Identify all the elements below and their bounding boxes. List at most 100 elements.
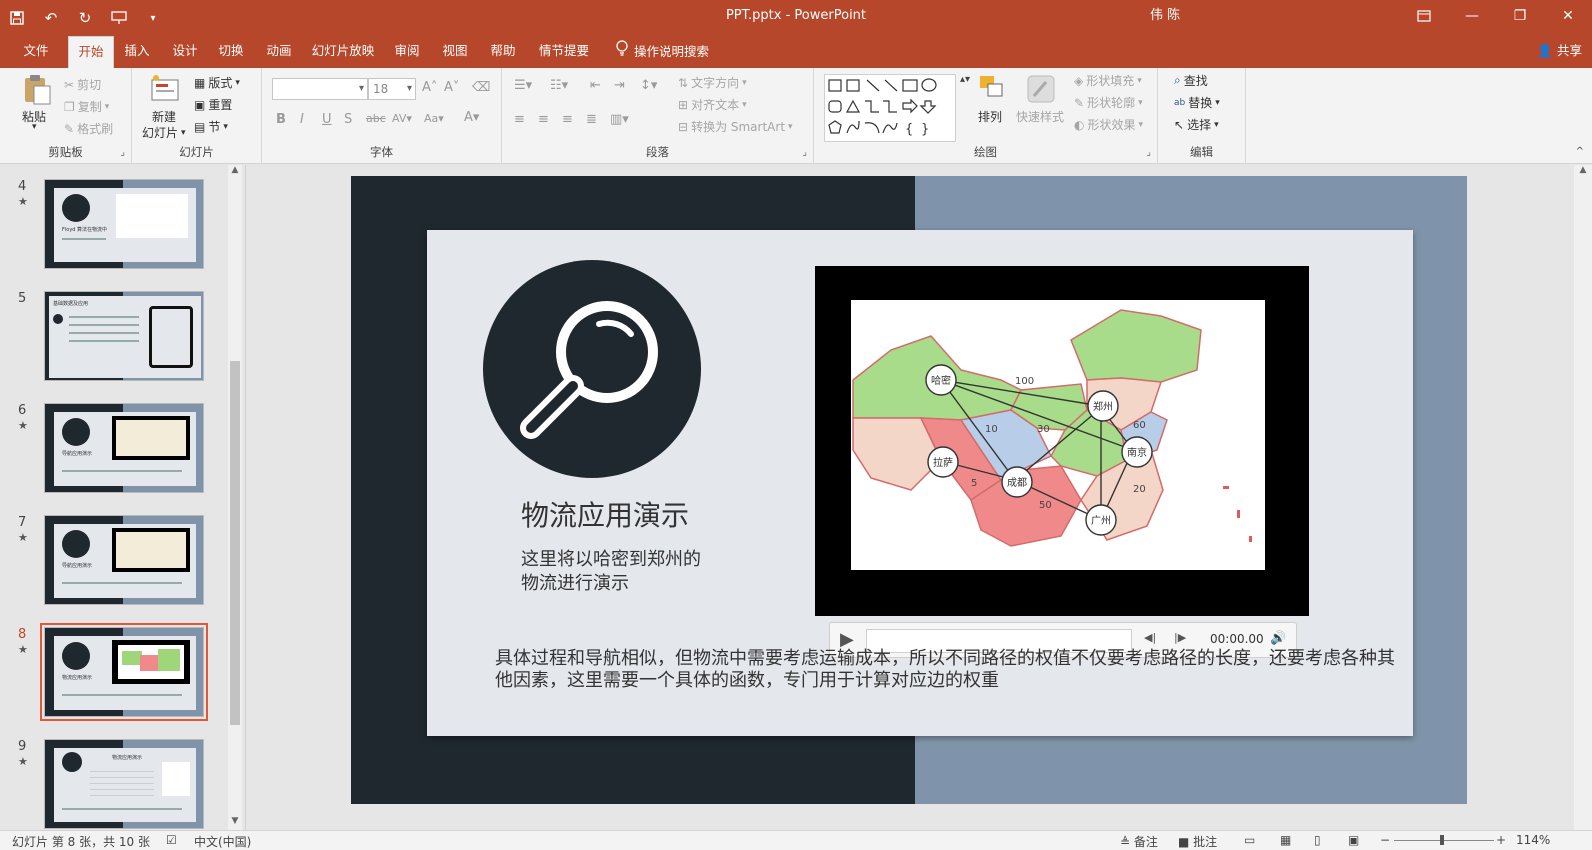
shadow-icon[interactable]: S bbox=[344, 112, 352, 127]
quick-styles-icon[interactable] bbox=[1026, 74, 1056, 106]
font-name-combo[interactable] bbox=[272, 78, 368, 100]
step-forward-icon[interactable]: |▶ bbox=[1174, 631, 1186, 644]
normal-view-icon[interactable]: ▭ bbox=[1244, 833, 1255, 847]
spellcheck-icon[interactable]: ☑ bbox=[166, 833, 177, 847]
tab-file[interactable]: 文件 bbox=[14, 36, 58, 68]
arrange-icon[interactable] bbox=[978, 74, 1008, 106]
layout-button[interactable]: ▦ 版式 ▾ bbox=[194, 74, 240, 91]
tab-animations[interactable]: 动画 bbox=[258, 36, 300, 68]
video-frame[interactable]: 哈密 郑州 南京 拉萨 成都 广州 100 10 30 60 5 50 20 bbox=[815, 266, 1309, 616]
scroll-up-icon[interactable]: ▲ bbox=[1576, 165, 1590, 179]
section-button[interactable]: ▤ 节 ▾ bbox=[194, 118, 228, 135]
undo-icon[interactable]: ↶ bbox=[34, 0, 68, 36]
columns-icon[interactable]: ▥▾ bbox=[610, 112, 629, 127]
language-indicator[interactable]: 中文(中国) bbox=[194, 833, 251, 850]
increase-indent-icon[interactable]: ⇥ bbox=[614, 78, 625, 93]
tab-view[interactable]: 视图 bbox=[434, 36, 476, 68]
scroll-down-icon[interactable]: ▼ bbox=[228, 816, 242, 830]
smartart-button[interactable]: ⊟ 转换为 SmartArt ▾ bbox=[678, 118, 793, 135]
align-text-button[interactable]: ⊞ 对齐文本 ▾ bbox=[678, 96, 747, 113]
slide-body-text[interactable]: 具体过程和导航相似，但物流中需要考虑运输成本，所以不同路径的权值不仅要考虑路径的… bbox=[495, 648, 1395, 692]
tab-help[interactable]: 帮助 bbox=[482, 36, 524, 68]
decrease-indent-icon[interactable]: ⇤ bbox=[590, 78, 601, 93]
line-spacing-icon[interactable]: ↕▾ bbox=[640, 78, 657, 93]
zoom-slider[interactable] bbox=[1394, 840, 1494, 841]
slide-subtitle[interactable]: 这里将以哈密到郑州的物流进行演示 bbox=[521, 548, 711, 596]
find-button[interactable]: ⌕ 查找 bbox=[1174, 72, 1208, 89]
paragraph-launcher-icon[interactable]: ⌟ bbox=[802, 147, 807, 158]
zoom-out-icon[interactable]: − bbox=[1380, 833, 1390, 847]
customize-icon[interactable]: ▾ bbox=[136, 0, 170, 36]
gallery-scroll-icon[interactable]: ▴▾ bbox=[960, 74, 970, 85]
thumbnail-item-6[interactable]: 6 ★ 导航应用演示 bbox=[0, 389, 230, 493]
slide-scrollbar[interactable]: ▲ bbox=[1574, 165, 1592, 830]
thumbnail[interactable]: 基础数据及应用 bbox=[44, 291, 204, 381]
thumbnail-selected[interactable]: 物流应用演示 bbox=[40, 623, 208, 721]
slide-sorter-icon[interactable]: ▦ bbox=[1280, 833, 1291, 847]
volume-icon[interactable]: 🔊 bbox=[1270, 631, 1286, 646]
share-button[interactable]: 👤 共享 bbox=[1537, 36, 1582, 66]
tab-transitions[interactable]: 切换 bbox=[210, 36, 252, 68]
close-icon[interactable]: ✕ bbox=[1544, 0, 1592, 32]
scroll-thumb[interactable] bbox=[230, 361, 240, 725]
tab-storyboarding[interactable]: 情节提要 bbox=[534, 36, 594, 68]
comments-button[interactable]: ■ 批注 bbox=[1178, 833, 1217, 850]
redo-icon[interactable]: ↻ bbox=[68, 0, 102, 36]
thumbnail-item-9[interactable]: 9 ★ 物流应用演示 bbox=[0, 725, 230, 829]
tab-review[interactable]: 审阅 bbox=[386, 36, 428, 68]
zoom-level[interactable]: 114% bbox=[1516, 833, 1550, 847]
bullets-icon[interactable]: ☰▾ bbox=[514, 78, 532, 93]
minimize-icon[interactable]: — bbox=[1448, 0, 1496, 32]
restore-icon[interactable]: ❐ bbox=[1496, 0, 1544, 32]
copy-button[interactable]: ❐ 复制 ▾ bbox=[64, 98, 109, 115]
thumbnails-scrollbar[interactable]: ▲ ▼ bbox=[228, 165, 242, 830]
quick-styles-button[interactable]: 快速样式 bbox=[1016, 108, 1064, 125]
text-direction-button[interactable]: ⇅ 文字方向 ▾ bbox=[678, 74, 747, 91]
user-name[interactable]: 伟 陈 bbox=[1150, 0, 1180, 32]
slide-title[interactable]: 物流应用演示 bbox=[521, 494, 689, 534]
thumbnail-item-5[interactable]: 5 基础数据及应用 bbox=[0, 277, 230, 381]
thumbnail-item-8[interactable]: 8 ★ 物流应用演示 bbox=[0, 613, 230, 721]
format-painter-button[interactable]: ✎ 格式刷 bbox=[64, 120, 113, 137]
shape-fill-button[interactable]: ◈ 形状填充 ▾ bbox=[1074, 72, 1142, 89]
thumbnail[interactable]: 物流应用演示 bbox=[44, 739, 204, 829]
paste-dropdown-icon[interactable]: ▾ bbox=[32, 122, 37, 132]
tab-design[interactable]: 设计 bbox=[164, 36, 206, 68]
clear-format-icon[interactable]: ⌫ bbox=[472, 80, 490, 95]
slideshow-view-icon[interactable]: ▣ bbox=[1348, 833, 1359, 847]
arrange-button[interactable]: 排列 bbox=[978, 108, 1002, 125]
justify-icon[interactable]: ≣ bbox=[586, 112, 597, 127]
change-case-icon[interactable]: Aa▾ bbox=[424, 112, 444, 125]
font-color-icon[interactable]: A▾ bbox=[464, 110, 479, 125]
cut-button[interactable]: ✂ 剪切 bbox=[64, 76, 101, 93]
char-spacing-icon[interactable]: AV▾ bbox=[392, 112, 412, 125]
increase-font-icon[interactable]: A˄ bbox=[422, 80, 437, 95]
tab-insert[interactable]: 插入 bbox=[116, 36, 158, 68]
numbering-icon[interactable]: ☷▾ bbox=[550, 78, 568, 93]
step-back-icon[interactable]: ◀| bbox=[1144, 631, 1156, 644]
bold-icon[interactable]: B bbox=[276, 112, 286, 127]
reset-button[interactable]: ▣ 重置 bbox=[194, 96, 232, 113]
reading-view-icon[interactable]: ▯ bbox=[1314, 833, 1321, 847]
new-slide-button[interactable]: 幻灯片 ▾ bbox=[142, 124, 186, 141]
notes-button[interactable]: ≜ 备注 bbox=[1120, 833, 1158, 850]
presenter-icon[interactable] bbox=[102, 0, 136, 36]
play-icon[interactable]: ▶ bbox=[840, 629, 854, 650]
new-slide-icon[interactable] bbox=[150, 74, 180, 106]
slide-canvas[interactable]: 物流应用演示 这里将以哈密到郑州的物流进行演示 哈密 郑州 南京 拉萨 成都 广… bbox=[351, 176, 1467, 804]
ribbon-display-icon[interactable] bbox=[1400, 0, 1448, 32]
dialog-launcher-icon[interactable]: ⌟ bbox=[120, 147, 125, 158]
shape-outline-button[interactable]: ✎ 形状轮廓 ▾ bbox=[1074, 94, 1143, 111]
align-left-icon[interactable]: ≡ bbox=[514, 112, 525, 127]
replace-button[interactable]: ab 替换 ▾ bbox=[1174, 94, 1220, 111]
collapse-ribbon-icon[interactable]: ^ bbox=[1576, 146, 1584, 157]
thumbnail[interactable]: 导航应用演示 bbox=[44, 515, 204, 605]
thumbnail[interactable]: 导航应用演示 bbox=[44, 403, 204, 493]
shape-effects-button[interactable]: ◐ 形状效果 ▾ bbox=[1074, 116, 1143, 133]
font-size-combo[interactable]: 18 bbox=[368, 78, 416, 100]
save-icon[interactable] bbox=[0, 0, 34, 36]
italic-icon[interactable]: I bbox=[300, 112, 304, 127]
new-slide-label-1[interactable]: 新建 bbox=[152, 108, 176, 125]
drawing-launcher-icon[interactable]: ⌟ bbox=[1146, 147, 1151, 158]
thumbnail-item-4[interactable]: 4 ★ Floyd 算法在物流中 bbox=[0, 165, 230, 269]
